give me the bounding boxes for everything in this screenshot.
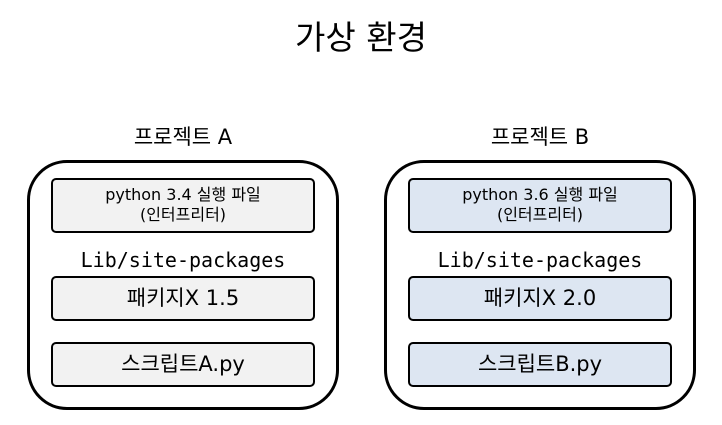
project-b: 프로젝트 B python 3.6 실행 파일 (인터프리터) Lib/site…	[384, 122, 696, 412]
project-a-interpreter-name: python 3.4 실행 파일	[105, 185, 261, 204]
project-a-script-box: 스크립트A.py	[51, 342, 315, 387]
project-b-package-box: 패키지X 2.0	[408, 276, 672, 321]
project-b-interpreter-box: python 3.6 실행 파일 (인터프리터)	[408, 178, 672, 233]
project-a-label: 프로젝트 A	[133, 125, 233, 149]
project-b-label: 프로젝트 B	[490, 125, 590, 149]
project-b-interpreter-name: python 3.6 실행 파일	[462, 185, 618, 204]
project-a-interpreter-box: python 3.4 실행 파일 (인터프리터)	[51, 178, 315, 233]
project-b-script-box: 스크립트B.py	[408, 342, 672, 387]
project-a: 프로젝트 A python 3.4 실행 파일 (인터프리터) Lib/site…	[27, 122, 339, 412]
diagram-title: 가상 환경	[295, 18, 427, 57]
project-b-frame: python 3.6 실행 파일 (인터프리터) Lib/site-packag…	[384, 160, 696, 410]
project-b-interpreter-note: (인터프리터)	[496, 205, 584, 224]
project-b-lib-label: Lib/site-packages	[437, 248, 643, 272]
project-a-lib-label: Lib/site-packages	[80, 248, 286, 272]
project-a-package-box: 패키지X 1.5	[51, 276, 315, 321]
project-a-interpreter-note: (인터프리터)	[139, 205, 227, 224]
project-a-frame: python 3.4 실행 파일 (인터프리터) Lib/site-packag…	[27, 160, 339, 410]
